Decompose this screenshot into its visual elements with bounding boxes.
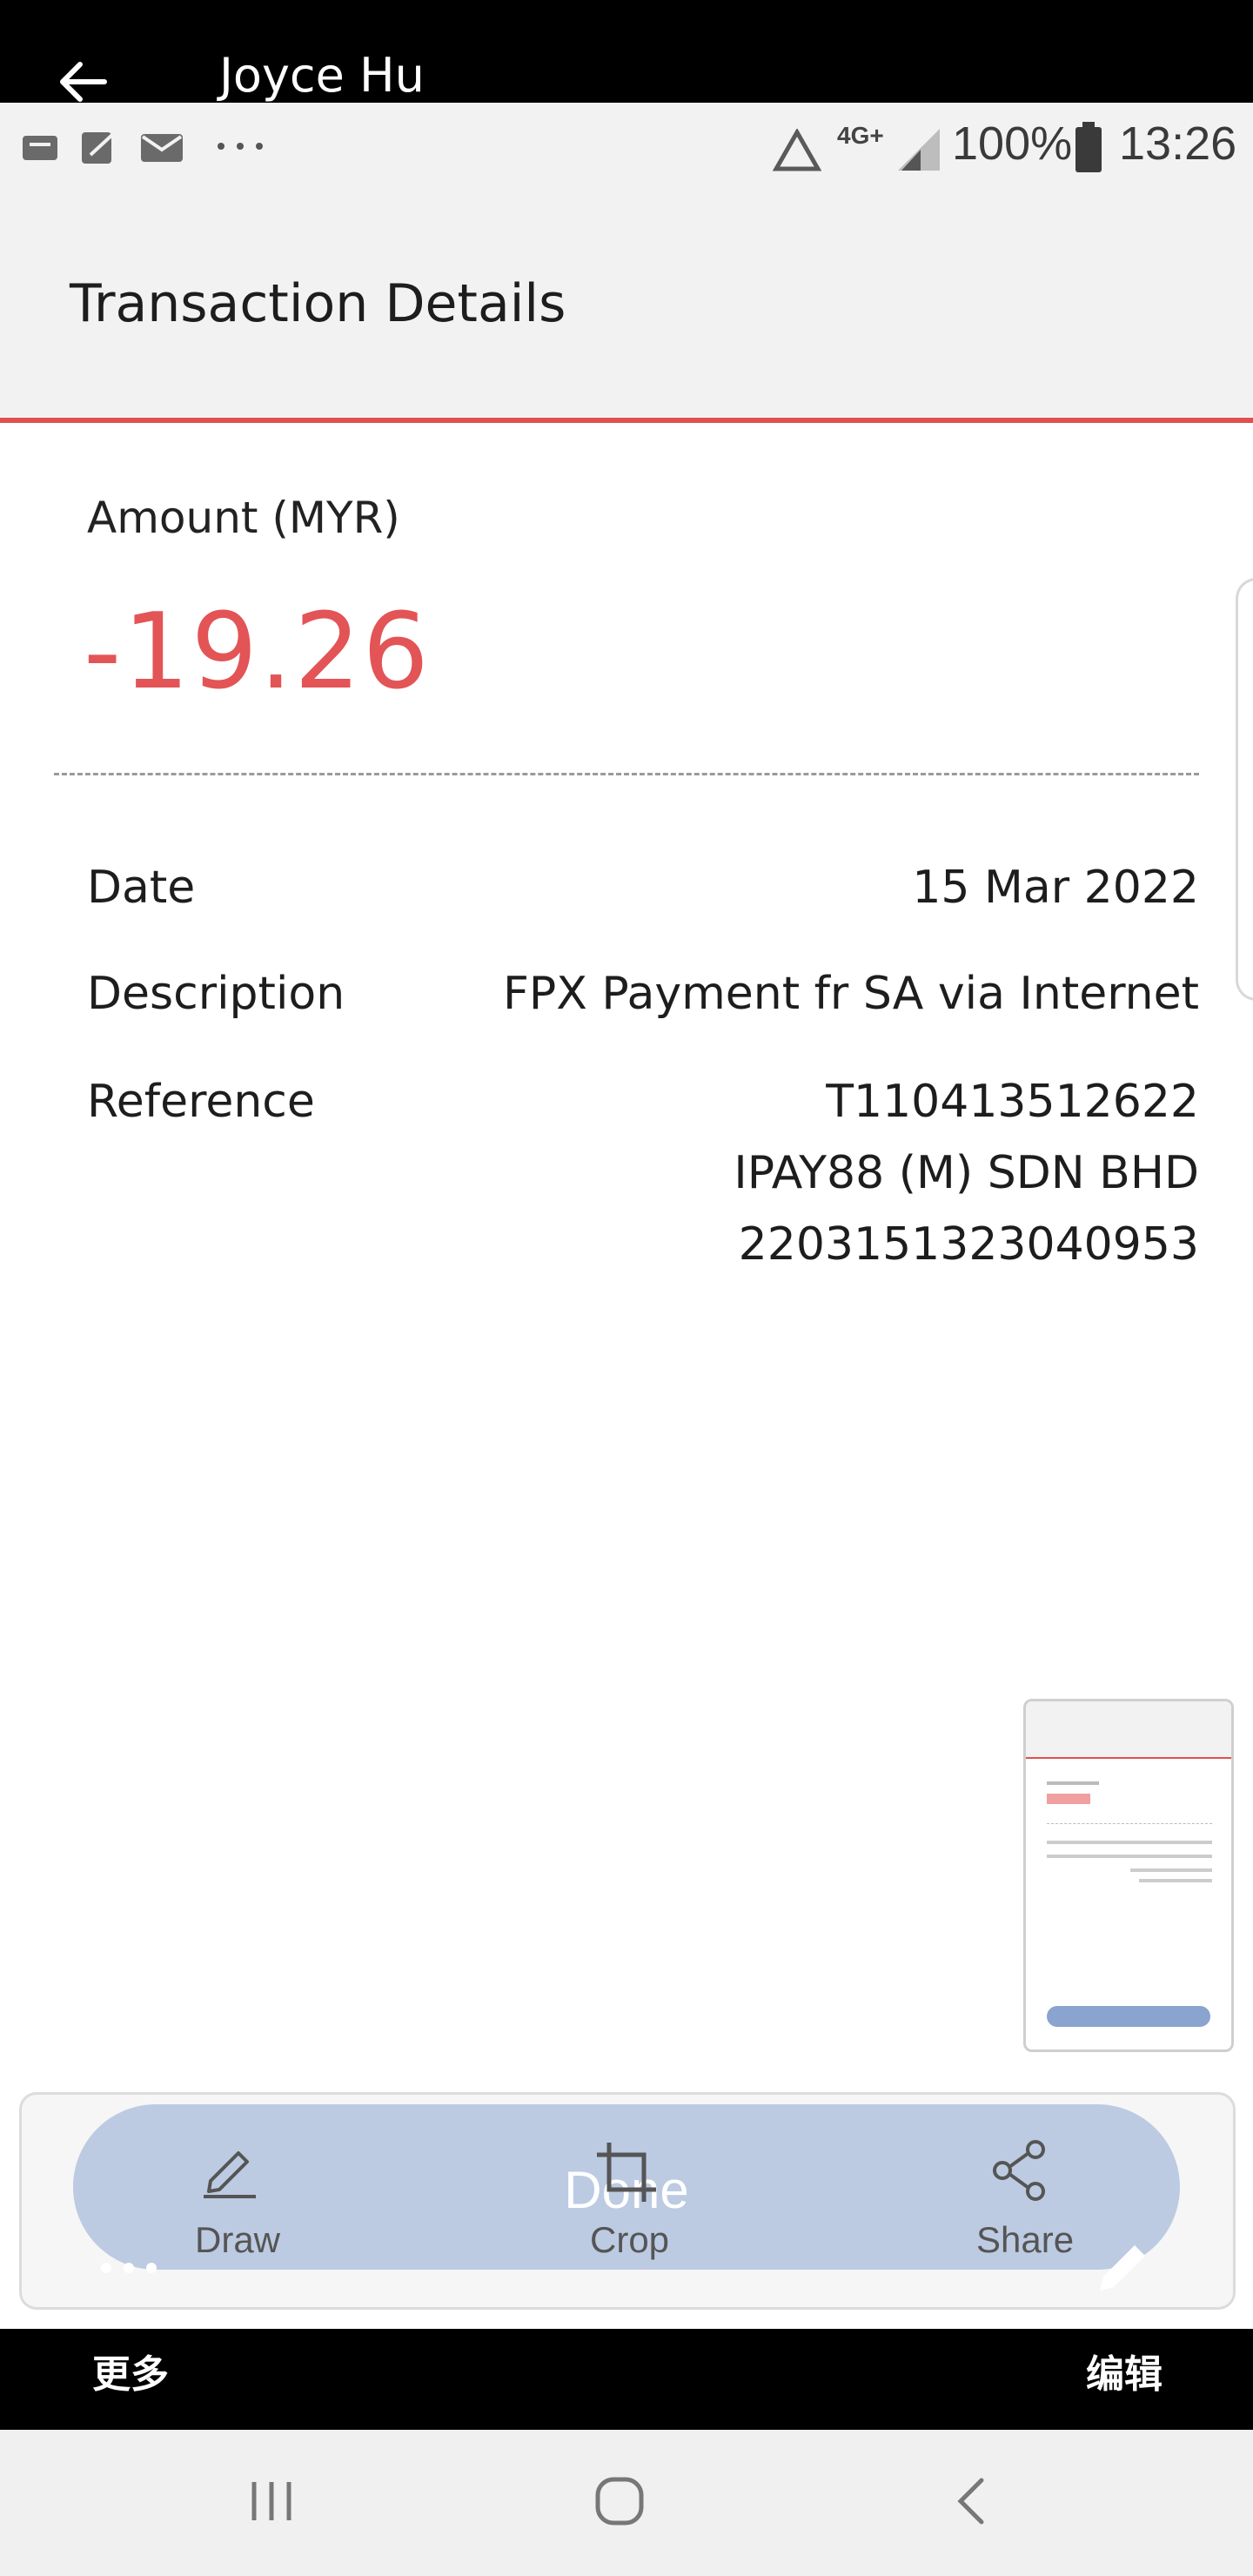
thumbnail-header [1026, 1701, 1231, 1757]
viewer-top-bar [0, 0, 1253, 103]
home-icon[interactable] [593, 2475, 646, 2527]
amount-label: Amount (MYR) [87, 493, 400, 543]
date-value: 15 Mar 2022 [912, 862, 1199, 914]
share-icon[interactable] [987, 2137, 1053, 2204]
more-label[interactable]: 更多 [92, 2343, 169, 2398]
recent-apps-icon[interactable] [247, 2477, 296, 2526]
crop-label: Crop [590, 2219, 670, 2260]
reference-label: Reference [87, 1076, 315, 1128]
page-title: Transaction Details [70, 273, 566, 334]
system-nav-bar [0, 2430, 1253, 2576]
edit-pencil-icon[interactable] [1091, 2237, 1154, 2299]
network-type: 4G+ [837, 122, 884, 149]
more-notifications-icon [218, 143, 263, 150]
reference-line-2: IPAY88 (M) SDN BHD [734, 1147, 1199, 1199]
signal-icon [898, 129, 940, 171]
thumbnail-amount [1047, 1794, 1090, 1804]
viewer-bottom-bar [0, 2329, 1253, 2430]
edit-label[interactable]: 编辑 [1086, 2343, 1163, 2398]
app-header: Transaction Details [0, 188, 1253, 419]
description-value: FPX Payment fr SA via Internet [503, 968, 1199, 1020]
thumbnail-row [1047, 1841, 1212, 1844]
contact-name: Joyce Hu [219, 48, 425, 103]
amount-value: -19.26 [84, 592, 431, 713]
thumbnail-divider [1047, 1823, 1212, 1824]
mail-icon [141, 134, 183, 162]
clock: 13:26 [1119, 117, 1237, 170]
thumbnail-accent-line [1026, 1757, 1231, 1759]
status-bar: 4G+ 100% 13:26 [0, 103, 1253, 188]
battery-icon [1075, 122, 1102, 172]
screenshot-thumbnail[interactable] [1023, 1699, 1234, 2052]
dashed-divider [54, 773, 1199, 775]
draw-label: Draw [195, 2219, 281, 2260]
battery-percent: 100% [952, 117, 1073, 170]
thumbnail-amount-label [1047, 1781, 1099, 1785]
thumbnail-row [1130, 1868, 1212, 1872]
crop-icon[interactable] [592, 2137, 661, 2207]
back-arrow-icon[interactable] [54, 54, 110, 110]
draw-icon[interactable] [198, 2137, 261, 2200]
thumbnail-row [1047, 1855, 1212, 1858]
notification-app-icon [23, 136, 57, 160]
thumbnail-done-button [1047, 2006, 1210, 2027]
thumbnail-row [1139, 1879, 1212, 1882]
share-label: Share [976, 2219, 1075, 2260]
back-nav-icon[interactable] [954, 2477, 988, 2526]
more-dots-icon[interactable] [97, 2257, 160, 2278]
header-accent-line [0, 418, 1253, 423]
edge-panel-handle[interactable] [1236, 578, 1253, 1001]
notification-note-icon [82, 132, 115, 164]
reference-line-1: T110413512622 [826, 1076, 1199, 1128]
date-label: Date [87, 862, 196, 914]
description-label: Description [87, 968, 345, 1020]
reference-line-3: 2203151323040953 [738, 1218, 1199, 1271]
data-saver-icon [773, 129, 821, 171]
